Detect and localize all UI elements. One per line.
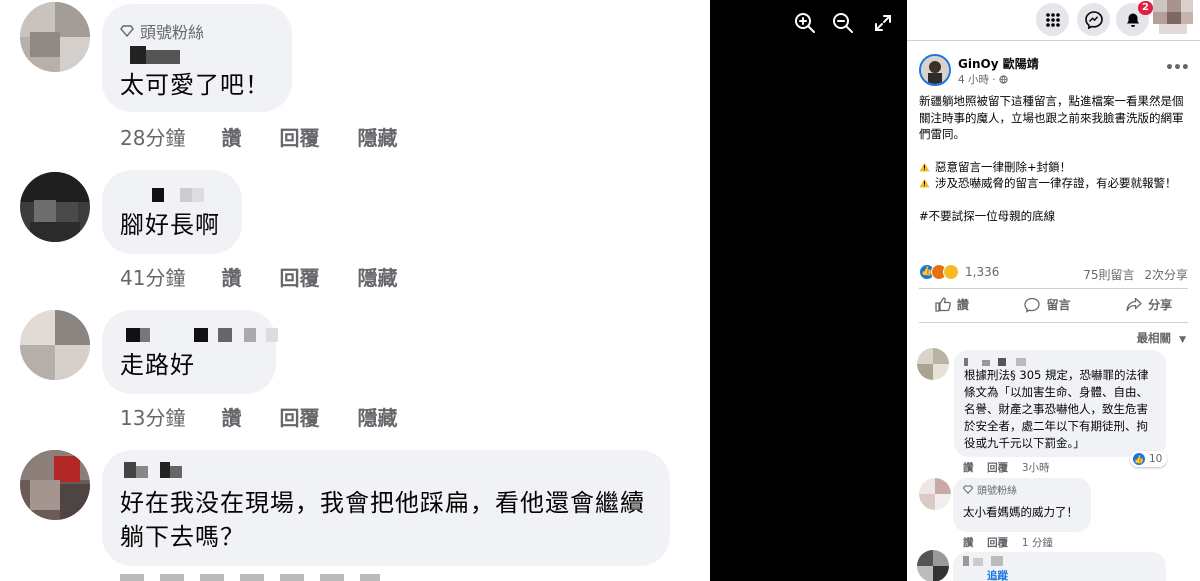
- share-button[interactable]: 分享: [1126, 296, 1172, 313]
- menu-grid-icon[interactable]: [1036, 3, 1069, 36]
- post-stats: 75則留言 2次分享: [1083, 266, 1188, 283]
- blurred-commenter-name[interactable]: [120, 324, 278, 348]
- post-body: 新疆躺地照被留下這種留言，點進檔案一看果然是個關注時事的魔人，立場也跟之前來我臉…: [919, 93, 1191, 240]
- avatar[interactable]: [20, 172, 90, 242]
- hide-button[interactable]: 隱藏: [357, 122, 397, 151]
- caret-down-icon: ▼: [1179, 335, 1186, 345]
- like-button[interactable]: 讚: [935, 296, 969, 313]
- shares-count-link[interactable]: 2次分享: [1144, 268, 1188, 282]
- comment-bubble: 追蹤: [953, 552, 1166, 581]
- comment-text: 太小看媽媽的威力了！: [963, 505, 1078, 519]
- comment-button[interactable]: 留言: [1024, 296, 1070, 313]
- photo-viewer: [710, 0, 907, 581]
- top-fan-badge: 頭號粉絲: [962, 483, 1081, 500]
- blurred-commenter-name[interactable]: [963, 556, 1156, 568]
- blurred-commenter-name[interactable]: [120, 44, 272, 68]
- cropped-comment-actions: [120, 574, 380, 581]
- diamond-icon: [962, 483, 974, 500]
- reply-button[interactable]: 回覆: [987, 537, 1008, 549]
- avatar[interactable]: [20, 2, 90, 72]
- blurred-commenter-name[interactable]: [964, 356, 1156, 370]
- reply-button[interactable]: 回覆: [279, 402, 319, 431]
- comment-actions: 41分鐘 讚 回覆 隱藏: [120, 262, 435, 291]
- warning-icon: [919, 176, 930, 188]
- post-panel: 2 GinOy 歐陽靖 4 小時 · ••• 新疆躺地照被留下這種留言，點進檔案…: [907, 0, 1200, 581]
- comment-icon: [1024, 297, 1041, 313]
- post-warning-2: 涉及恐嚇威脅的留言一律存證，有必要就報警！: [919, 175, 1191, 192]
- sort-comments-dropdown[interactable]: 最相關 ▼: [1137, 330, 1186, 346]
- post-author-name[interactable]: GinOy 歐陽靖: [958, 55, 1039, 72]
- messenger-icon[interactable]: [1077, 3, 1110, 36]
- divider: [919, 322, 1188, 323]
- comment-bubble: 頭號粉絲 太可愛了吧！: [102, 4, 292, 112]
- blurred-commenter-name[interactable]: [120, 184, 222, 208]
- top-fan-badge: 頭號粉絲: [120, 18, 272, 44]
- post-warning-1: 惡意留言一律刪除+封鎖！: [919, 159, 1191, 176]
- more-options-icon[interactable]: •••: [1165, 60, 1190, 76]
- blurred-commenter-name[interactable]: [120, 460, 650, 486]
- reply-button[interactable]: 回覆: [987, 462, 1008, 474]
- comment-actions: 讚 回覆 1 分鐘: [963, 535, 1063, 550]
- comment-text: 太可愛了吧！: [120, 71, 270, 99]
- comment-bubble: 根據刑法§ 305 規定，恐嚇罪的法律條文為「以加害生命、身體、自由、名譽、財產…: [954, 350, 1166, 457]
- comment-actions: 13分鐘 讚 回覆 隱藏: [120, 402, 435, 431]
- notifications-bell-icon[interactable]: 2: [1116, 1, 1153, 36]
- hide-button[interactable]: 隱藏: [357, 262, 397, 291]
- comment-text-line-2: 躺下去嗎？: [120, 523, 245, 551]
- follow-link[interactable]: 追蹤: [987, 568, 1156, 581]
- comment-bubble: 腳好長啊: [102, 170, 242, 254]
- comment-bubble: 頭號粉絲 太小看媽媽的威力了！: [953, 478, 1091, 532]
- comment-text: 腳好長啊: [120, 211, 220, 239]
- zoom-in-icon[interactable]: [794, 12, 816, 34]
- comment-text-line-1: 好在我没在現場，我會把他踩扁，看他還會繼續: [120, 489, 645, 517]
- hide-button[interactable]: 隱藏: [357, 402, 397, 431]
- like-button[interactable]: 讚: [221, 122, 241, 151]
- avatar[interactable]: [20, 450, 90, 520]
- post-paragraph: 新疆躺地照被留下這種留言，點進檔案一看果然是個關注時事的魔人，立場也跟之前來我臉…: [919, 94, 1184, 141]
- comment-timestamp[interactable]: 13分鐘: [120, 402, 185, 431]
- comment-actions: 28分鐘 讚 回覆 隱藏: [120, 122, 435, 151]
- avatar[interactable]: [917, 348, 949, 380]
- reactions-summary[interactable]: 👍 1,336: [919, 264, 999, 280]
- comment-bubble: 走路好: [102, 310, 278, 394]
- hashtag-link[interactable]: #不要試探一位母親的底線: [919, 208, 1191, 225]
- comment-timestamp[interactable]: 1 分鐘: [1022, 537, 1053, 549]
- like-reaction-icon: 👍: [1132, 452, 1146, 466]
- like-button[interactable]: 讚: [963, 537, 974, 549]
- comment-timestamp[interactable]: 28分鐘: [120, 122, 185, 151]
- reply-button[interactable]: 回覆: [279, 122, 319, 151]
- diamond-icon: [120, 22, 134, 41]
- profile-avatar[interactable]: [1153, 0, 1193, 34]
- comment-like-count[interactable]: 👍 10: [1130, 451, 1168, 467]
- notification-count-badge: 2: [1138, 1, 1153, 15]
- divider: [907, 40, 1200, 41]
- like-button[interactable]: 讚: [221, 402, 241, 431]
- comment-timestamp[interactable]: 3小時: [1022, 462, 1050, 474]
- public-globe-icon: [999, 74, 1008, 86]
- divider: [919, 288, 1188, 289]
- avatar[interactable]: [917, 550, 949, 581]
- reply-button[interactable]: 回覆: [279, 262, 319, 291]
- warning-icon: [919, 160, 930, 171]
- zoomed-comments-screenshot: 頭號粉絲 太可愛了吧！ 28分鐘 讚 回覆 隱藏 腳好長啊 41分鐘 讚 回覆 …: [0, 0, 710, 581]
- avatar[interactable]: [919, 478, 951, 510]
- author-avatar[interactable]: [919, 54, 951, 86]
- comment-timestamp[interactable]: 41分鐘: [120, 262, 185, 291]
- comment-bubble: 好在我没在現場，我會把他踩扁，看他還會繼續 躺下去嗎？: [102, 450, 670, 566]
- zoom-out-icon[interactable]: [832, 12, 854, 34]
- like-button[interactable]: 讚: [221, 262, 241, 291]
- wow-reaction-icon: [943, 264, 959, 280]
- top-navigation: 2: [907, 0, 1200, 40]
- like-button[interactable]: 讚: [963, 462, 974, 474]
- fullscreen-icon[interactable]: [872, 12, 894, 34]
- share-icon: [1126, 297, 1142, 312]
- comment-text: 根據刑法§ 305 規定，恐嚇罪的法律條文為「以加害生命、身體、自由、名譽、財產…: [964, 368, 1149, 450]
- post-action-bar: 讚 留言 分享: [907, 296, 1200, 313]
- post-timestamp[interactable]: 4 小時 ·: [958, 72, 1008, 87]
- comment-actions: 讚 回覆 3小時: [963, 460, 1060, 475]
- comments-count-link[interactable]: 75則留言: [1083, 268, 1134, 282]
- avatar[interactable]: [20, 310, 90, 380]
- thumbs-up-icon: [935, 297, 951, 312]
- comment-text: 走路好: [120, 351, 195, 379]
